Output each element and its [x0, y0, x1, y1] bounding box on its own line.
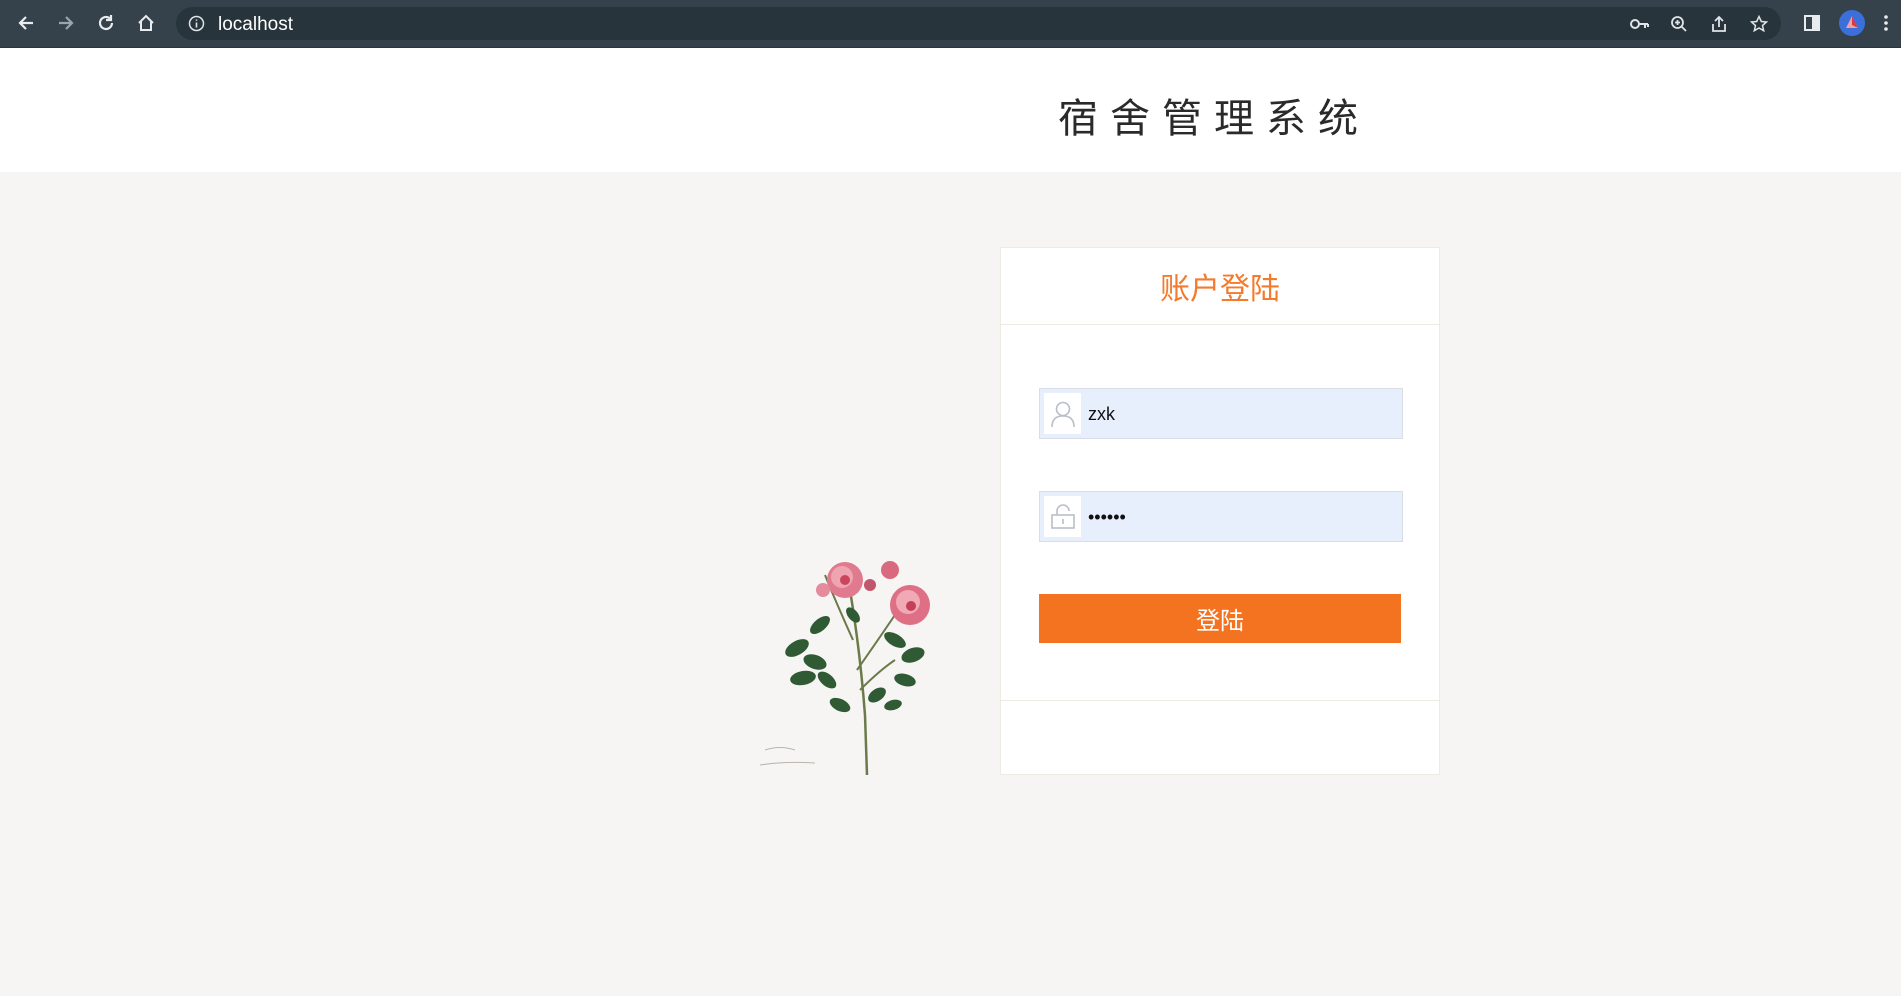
share-icon[interactable]: [1710, 15, 1728, 37]
login-card: 账户登陆 登陆: [1000, 247, 1440, 775]
lock-icon: [1044, 496, 1081, 537]
user-icon: [1044, 393, 1081, 434]
url-text: localhost: [218, 14, 293, 35]
page-header: 宿舍管理系统: [0, 48, 1901, 172]
info-icon[interactable]: [188, 15, 205, 36]
rose-illustration: [745, 520, 985, 804]
key-icon[interactable]: [1630, 15, 1650, 37]
login-title: 账户登陆: [1160, 272, 1280, 307]
sidebar-icon[interactable]: [1796, 7, 1828, 39]
menu-icon[interactable]: [1876, 7, 1896, 39]
username-field: [1039, 388, 1403, 440]
login-button[interactable]: 登陆: [1039, 594, 1401, 643]
zoom-icon[interactable]: [1670, 15, 1688, 37]
profile-icon[interactable]: [1836, 7, 1868, 39]
page-title: 宿舍管理系统: [1058, 96, 1370, 142]
reload-icon[interactable]: [90, 7, 122, 39]
username-input[interactable]: [1086, 389, 1400, 440]
home-icon[interactable]: [130, 7, 162, 39]
card-footer-divider: [1001, 700, 1439, 701]
address-bar[interactable]: localhost: [176, 7, 1781, 40]
star-icon[interactable]: [1749, 14, 1769, 37]
back-icon[interactable]: [10, 7, 42, 39]
login-card-header: 账户登陆: [1001, 248, 1439, 325]
password-input[interactable]: [1086, 492, 1400, 543]
password-field: [1039, 491, 1403, 543]
forward-icon[interactable]: [50, 7, 82, 39]
browser-toolbar: localhost: [0, 0, 1901, 48]
